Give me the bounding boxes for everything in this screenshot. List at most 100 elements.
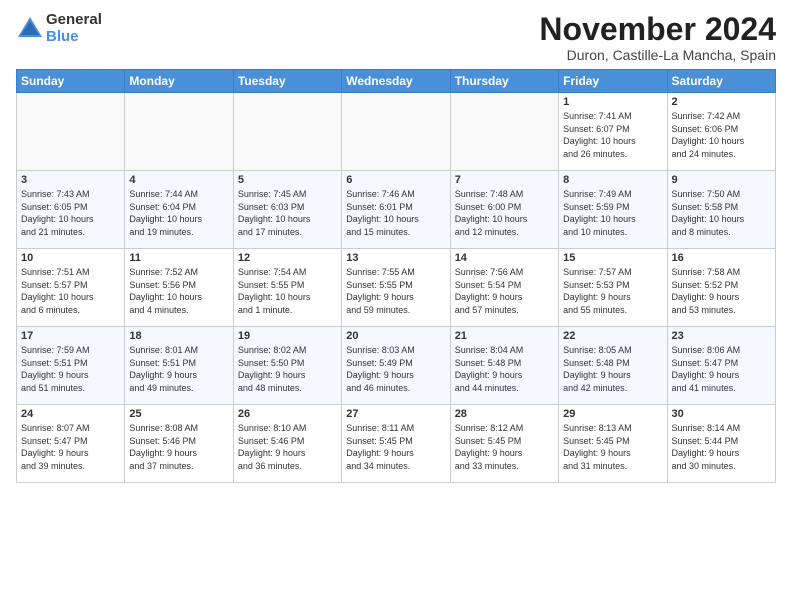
day-number: 25 <box>129 408 228 420</box>
day-info: Sunrise: 7:41 AM Sunset: 6:07 PM Dayligh… <box>563 110 662 160</box>
calendar-day-cell: 19Sunrise: 8:02 AM Sunset: 5:50 PM Dayli… <box>233 327 341 405</box>
header: General Blue November 2024 Duron, Castil… <box>16 12 776 63</box>
day-info: Sunrise: 7:56 AM Sunset: 5:54 PM Dayligh… <box>455 266 554 316</box>
weekday-header: Wednesday <box>342 70 450 93</box>
day-info: Sunrise: 7:52 AM Sunset: 5:56 PM Dayligh… <box>129 266 228 316</box>
day-info: Sunrise: 7:49 AM Sunset: 5:59 PM Dayligh… <box>563 188 662 238</box>
calendar-day-cell <box>342 93 450 171</box>
day-number: 7 <box>455 174 554 186</box>
calendar-day-cell: 7 Sunrise: 7:48 AM Sunset: 6:00 PM Daylig… <box>450 171 558 249</box>
calendar-header-row: SundayMondayTuesdayWednesdayThursdayFrid… <box>17 70 776 93</box>
calendar-day-cell: 14 Sunrise: 7:56 AM Sunset: 5:54 PM Dayli… <box>450 249 558 327</box>
day-info: Sunrise: 7:45 AM Sunset: 6:03 PM Dayligh… <box>238 188 337 238</box>
day-number: 21 <box>455 330 554 342</box>
title-block: November 2024 Duron, Castille-La Mancha,… <box>539 12 776 63</box>
day-info: Sunrise: 7:54 AM Sunset: 5:55 PM Dayligh… <box>238 266 337 316</box>
calendar-day-cell: 22 Sunrise: 8:05 AM Sunset: 5:48 PM Dayli… <box>559 327 667 405</box>
calendar-day-cell: 12Sunrise: 7:54 AM Sunset: 5:55 PM Dayli… <box>233 249 341 327</box>
calendar-day-cell: 29 Sunrise: 8:13 AM Sunset: 5:45 PM Dayli… <box>559 405 667 483</box>
calendar-day-cell: 17 Sunrise: 7:59 AM Sunset: 5:51 PM Dayli… <box>17 327 125 405</box>
day-number: 18 <box>129 330 228 342</box>
day-number: 19 <box>238 330 337 342</box>
calendar-day-cell: 24 Sunrise: 8:07 AM Sunset: 5:47 PM Dayli… <box>17 405 125 483</box>
calendar-day-cell: 25 Sunrise: 8:08 AM Sunset: 5:46 PM Dayli… <box>125 405 233 483</box>
weekday-header: Monday <box>125 70 233 93</box>
logo-icon <box>16 15 44 43</box>
day-info: Sunrise: 7:50 AM Sunset: 5:58 PM Dayligh… <box>672 188 771 238</box>
calendar-week-row: 1 Sunrise: 7:41 AM Sunset: 6:07 PM Daylig… <box>17 93 776 171</box>
calendar-day-cell: 15Sunrise: 7:57 AM Sunset: 5:53 PM Dayli… <box>559 249 667 327</box>
day-info: Sunrise: 8:03 AM Sunset: 5:49 PM Dayligh… <box>346 344 445 394</box>
calendar-day-cell: 11 Sunrise: 7:52 AM Sunset: 5:56 PM Dayli… <box>125 249 233 327</box>
day-number: 29 <box>563 408 662 420</box>
day-number: 16 <box>672 252 771 264</box>
day-number: 6 <box>346 174 445 186</box>
day-number: 13 <box>346 252 445 264</box>
day-info: Sunrise: 8:13 AM Sunset: 5:45 PM Dayligh… <box>563 422 662 472</box>
calendar-day-cell: 3 Sunrise: 7:43 AM Sunset: 6:05 PM Daylig… <box>17 171 125 249</box>
calendar-day-cell: 21 Sunrise: 8:04 AM Sunset: 5:48 PM Dayli… <box>450 327 558 405</box>
calendar-day-cell: 26Sunrise: 8:10 AM Sunset: 5:46 PM Dayli… <box>233 405 341 483</box>
day-info: Sunrise: 7:59 AM Sunset: 5:51 PM Dayligh… <box>21 344 120 394</box>
day-info: Sunrise: 7:51 AM Sunset: 5:57 PM Dayligh… <box>21 266 120 316</box>
day-number: 26 <box>238 408 337 420</box>
day-number: 2 <box>672 96 771 108</box>
day-number: 9 <box>672 174 771 186</box>
calendar-day-cell: 27Sunrise: 8:11 AM Sunset: 5:45 PM Dayli… <box>342 405 450 483</box>
day-number: 1 <box>563 96 662 108</box>
calendar-day-cell: 13 Sunrise: 7:55 AM Sunset: 5:55 PM Dayli… <box>342 249 450 327</box>
day-info: Sunrise: 8:06 AM Sunset: 5:47 PM Dayligh… <box>672 344 771 394</box>
calendar-day-cell <box>125 93 233 171</box>
calendar-day-cell <box>17 93 125 171</box>
day-number: 5 <box>238 174 337 186</box>
day-number: 20 <box>346 330 445 342</box>
day-info: Sunrise: 7:42 AM Sunset: 6:06 PM Dayligh… <box>672 110 771 160</box>
weekday-header: Sunday <box>17 70 125 93</box>
weekday-header: Tuesday <box>233 70 341 93</box>
logo: General Blue <box>16 12 102 45</box>
day-number: 3 <box>21 174 120 186</box>
logo-text: General Blue <box>46 12 102 45</box>
calendar-week-row: 17 Sunrise: 7:59 AM Sunset: 5:51 PM Dayli… <box>17 327 776 405</box>
day-number: 11 <box>129 252 228 264</box>
day-info: Sunrise: 7:57 AM Sunset: 5:53 PM Dayligh… <box>563 266 662 316</box>
day-number: 27 <box>346 408 445 420</box>
calendar-day-cell: 20 Sunrise: 8:03 AM Sunset: 5:49 PM Dayli… <box>342 327 450 405</box>
day-number: 14 <box>455 252 554 264</box>
weekday-header: Friday <box>559 70 667 93</box>
day-info: Sunrise: 7:48 AM Sunset: 6:00 PM Dayligh… <box>455 188 554 238</box>
day-info: Sunrise: 7:55 AM Sunset: 5:55 PM Dayligh… <box>346 266 445 316</box>
day-number: 28 <box>455 408 554 420</box>
calendar-day-cell <box>450 93 558 171</box>
calendar-day-cell: 8 Sunrise: 7:49 AM Sunset: 5:59 PM Daylig… <box>559 171 667 249</box>
calendar-day-cell: 23Sunrise: 8:06 AM Sunset: 5:47 PM Dayli… <box>667 327 775 405</box>
calendar-table: SundayMondayTuesdayWednesdayThursdayFrid… <box>16 69 776 483</box>
logo-general: General <box>46 11 102 28</box>
day-info: Sunrise: 7:43 AM Sunset: 6:05 PM Dayligh… <box>21 188 120 238</box>
day-info: Sunrise: 8:14 AM Sunset: 5:44 PM Dayligh… <box>672 422 771 472</box>
calendar-day-cell <box>233 93 341 171</box>
day-number: 4 <box>129 174 228 186</box>
day-number: 22 <box>563 330 662 342</box>
calendar-week-row: 10 Sunrise: 7:51 AM Sunset: 5:57 PM Dayli… <box>17 249 776 327</box>
calendar-day-cell: 28Sunrise: 8:12 AM Sunset: 5:45 PM Dayli… <box>450 405 558 483</box>
location-subtitle: Duron, Castille-La Mancha, Spain <box>539 47 776 63</box>
day-info: Sunrise: 8:07 AM Sunset: 5:47 PM Dayligh… <box>21 422 120 472</box>
day-info: Sunrise: 8:01 AM Sunset: 5:51 PM Dayligh… <box>129 344 228 394</box>
day-number: 8 <box>563 174 662 186</box>
day-info: Sunrise: 8:04 AM Sunset: 5:48 PM Dayligh… <box>455 344 554 394</box>
day-info: Sunrise: 8:08 AM Sunset: 5:46 PM Dayligh… <box>129 422 228 472</box>
day-info: Sunrise: 7:44 AM Sunset: 6:04 PM Dayligh… <box>129 188 228 238</box>
day-info: Sunrise: 8:05 AM Sunset: 5:48 PM Dayligh… <box>563 344 662 394</box>
day-number: 17 <box>21 330 120 342</box>
day-number: 10 <box>21 252 120 264</box>
weekday-header: Saturday <box>667 70 775 93</box>
calendar-week-row: 3 Sunrise: 7:43 AM Sunset: 6:05 PM Daylig… <box>17 171 776 249</box>
calendar-day-cell: 6Sunrise: 7:46 AM Sunset: 6:01 PM Daylig… <box>342 171 450 249</box>
calendar-day-cell: 4 Sunrise: 7:44 AM Sunset: 6:04 PM Daylig… <box>125 171 233 249</box>
day-number: 24 <box>21 408 120 420</box>
month-title: November 2024 <box>539 12 776 47</box>
page: General Blue November 2024 Duron, Castil… <box>0 0 792 612</box>
calendar-day-cell: 2 Sunrise: 7:42 AM Sunset: 6:06 PM Daylig… <box>667 93 775 171</box>
day-info: Sunrise: 7:58 AM Sunset: 5:52 PM Dayligh… <box>672 266 771 316</box>
